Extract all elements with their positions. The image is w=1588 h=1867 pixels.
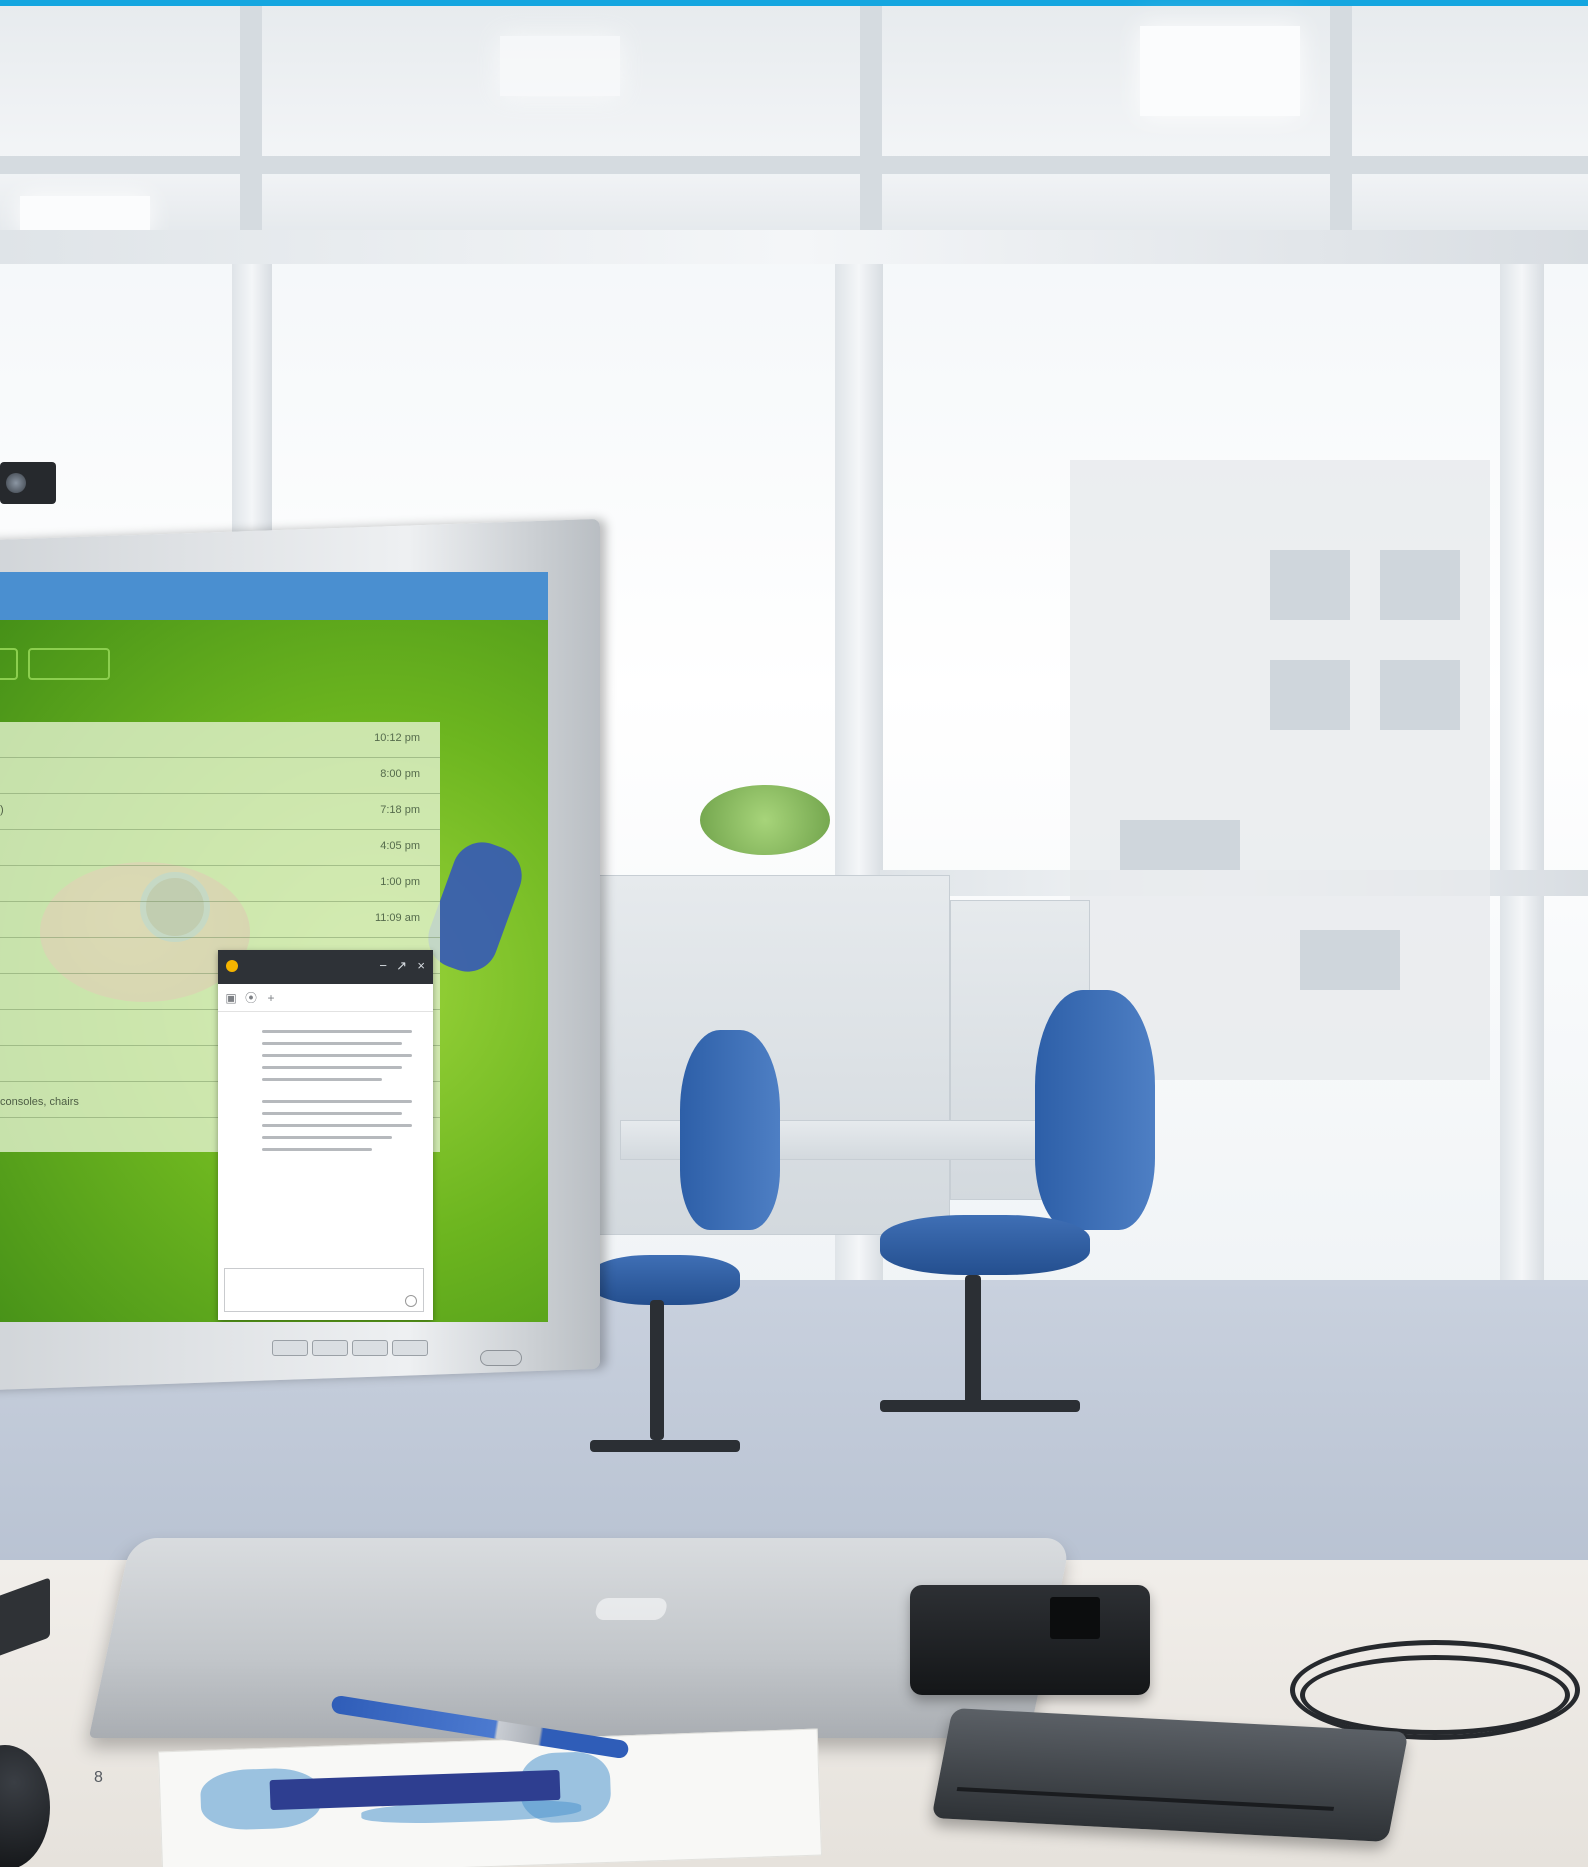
chat-message-line [262, 1066, 402, 1069]
emoji-icon[interactable] [405, 1295, 417, 1307]
building-window [1300, 930, 1400, 990]
email-snippet: ) [0, 804, 4, 816]
chat-window[interactable]: − ↗ × ▣ ⦿ + [218, 950, 433, 1320]
close-icon[interactable]: × [417, 958, 425, 974]
email-time: 11:09 am [374, 912, 420, 924]
screen-tab[interactable] [0, 648, 18, 680]
drive-slot [956, 1786, 1335, 1811]
email-snippet: consoles, chairs [0, 1096, 79, 1108]
email-time: 10:12 pm [374, 732, 420, 744]
ceiling-beam [860, 6, 882, 266]
office-chair-back [1035, 990, 1155, 1230]
building-window [1120, 820, 1240, 870]
building-window [1270, 550, 1350, 620]
email-row[interactable]: 8:00 pm [0, 758, 440, 794]
status-dot [226, 960, 238, 972]
office-chair-base [880, 1400, 1080, 1412]
webcam [0, 462, 56, 504]
add-person-icon[interactable]: + [264, 991, 278, 1005]
chat-message-input[interactable] [224, 1268, 424, 1312]
office-chair-seat [590, 1255, 740, 1305]
ceiling [0, 6, 1588, 266]
email-time: 4:05 pm [380, 840, 420, 852]
email-time: 8:00 pm [380, 768, 420, 780]
potted-plant [700, 785, 830, 855]
ceiling-light [500, 36, 620, 96]
hp-logo-icon [593, 1598, 669, 1620]
webcam-lens-icon [6, 473, 26, 493]
building-window [1270, 660, 1350, 730]
chat-message-line [262, 1054, 412, 1057]
window-header [0, 230, 1588, 264]
building-window [1380, 550, 1460, 620]
building-window [1380, 660, 1460, 730]
office-chair-base [650, 1300, 664, 1440]
monitor-power-button[interactable] [480, 1350, 522, 1366]
ceiling-beam [240, 6, 262, 266]
monitor-button[interactable] [312, 1340, 348, 1356]
email-row[interactable]: 10:12 pm [0, 722, 440, 758]
monitor-button[interactable] [352, 1340, 388, 1356]
ceiling-beam [1330, 6, 1352, 266]
window-mullion [1500, 230, 1544, 1380]
chat-message-line [262, 1124, 412, 1127]
chat-message-line [262, 1042, 402, 1045]
email-row[interactable]: ) 7:18 pm [0, 794, 440, 830]
screen-tab[interactable] [28, 648, 110, 680]
chat-message-line [262, 1148, 372, 1151]
call-icon[interactable]: ⦿ [244, 991, 258, 1005]
email-row[interactable]: 4:05 pm [0, 830, 440, 866]
monitor-button[interactable] [272, 1340, 308, 1356]
chat-toolbar: ▣ ⦿ + [218, 986, 433, 1012]
office-photo: 10:12 pm 8:00 pm ) 7:18 pm 4:05 pm 1:00 … [0, 0, 1588, 1867]
docking-station [910, 1585, 1150, 1695]
minimize-icon[interactable]: − [379, 958, 387, 974]
chat-message-line [262, 1112, 402, 1115]
chat-message-line [262, 1078, 382, 1081]
office-chair-base [590, 1440, 740, 1452]
dock-port [1050, 1597, 1100, 1639]
video-icon[interactable]: ▣ [224, 991, 238, 1005]
page-number: 8 [94, 1769, 103, 1786]
popout-icon[interactable]: ↗ [396, 958, 407, 974]
monitor-screen: 10:12 pm 8:00 pm ) 7:18 pm 4:05 pm 1:00 … [0, 572, 548, 1322]
chat-title-bar: − ↗ × [218, 950, 433, 984]
security-cable [1300, 1655, 1570, 1735]
email-row[interactable]: 11:09 am [0, 902, 440, 938]
chat-message-line [262, 1100, 412, 1103]
monitor-button[interactable] [392, 1340, 428, 1356]
chat-message-line [262, 1030, 412, 1033]
chat-message-line [262, 1136, 392, 1139]
ceiling-light [1140, 26, 1300, 116]
email-time: 1:00 pm [380, 876, 420, 888]
office-chair-seat [880, 1215, 1090, 1275]
email-row[interactable]: 1:00 pm [0, 866, 440, 902]
email-time: 7:18 pm [380, 804, 420, 816]
office-chair-base [965, 1275, 981, 1405]
office-chair-back [680, 1030, 780, 1230]
screen-title-bar [0, 572, 548, 620]
